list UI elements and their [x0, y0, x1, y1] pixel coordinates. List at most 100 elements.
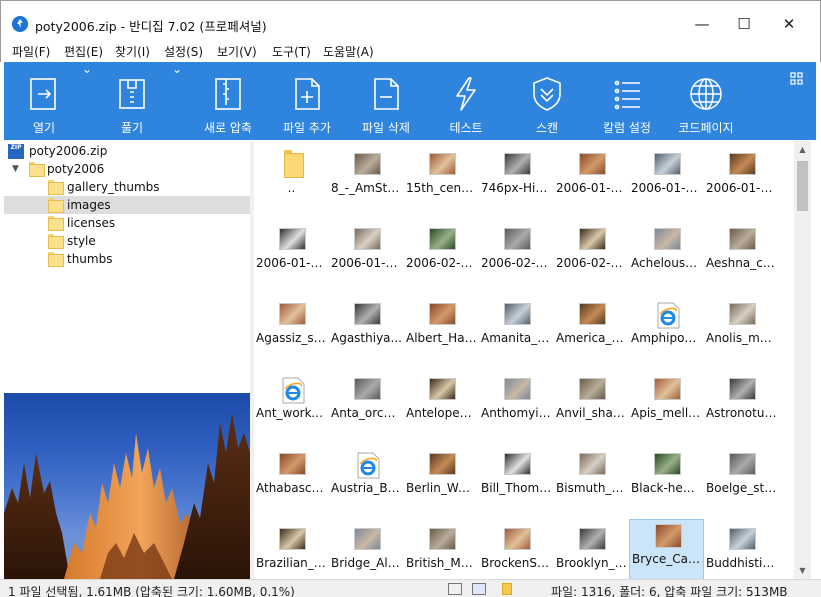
image-thumbnail: [279, 453, 306, 475]
tree-item-gallery-thumbs[interactable]: gallery_thumbs: [4, 178, 250, 196]
column-settings-button[interactable]: 칼럼 설정: [592, 62, 662, 140]
vertical-scrollbar[interactable]: ▲ ▼: [794, 141, 811, 579]
file-item[interactable]: Boelge_sto...: [704, 444, 779, 520]
file-item[interactable]: Astronotus...: [704, 369, 779, 445]
layout-grid-icon[interactable]: [790, 72, 804, 86]
file-item[interactable]: Aeshna_cya...: [704, 219, 779, 295]
preview-pane-icon[interactable]: [502, 583, 512, 595]
file-item-label: 2006-01-1...: [556, 181, 629, 195]
image-thumbnail: [429, 453, 456, 475]
details-view-icon[interactable]: [448, 583, 462, 595]
file-item[interactable]: Austria_Bu...: [329, 444, 404, 520]
parent-folder-item[interactable]: ..: [254, 144, 329, 220]
file-item[interactable]: Agasthiya...: [329, 294, 404, 370]
file-item[interactable]: British_Mus...: [404, 519, 479, 579]
file-item[interactable]: 2006-02-0...: [404, 219, 479, 295]
file-item[interactable]: 15th_centu...: [404, 144, 479, 220]
menu-view[interactable]: 보기(V): [217, 43, 257, 60]
file-item[interactable]: Ant_worker...: [254, 369, 329, 445]
scroll-up-arrow-icon[interactable]: ▲: [794, 141, 811, 158]
file-item[interactable]: Bismuth_cr...: [554, 444, 629, 520]
file-item[interactable]: Brooklyn_B...: [554, 519, 629, 579]
file-item[interactable]: 8_-_AmSta...: [329, 144, 404, 220]
menu-help[interactable]: 도움말(A): [323, 43, 374, 60]
tree-item-archive-root[interactable]: ZIP poty2006.zip: [4, 142, 250, 160]
file-item[interactable]: Achelousa...: [629, 219, 704, 295]
tree-item-poty2006[interactable]: ▼ poty2006: [4, 160, 250, 178]
minimize-button[interactable]: —: [679, 9, 725, 39]
tree-item-label: licenses: [67, 216, 116, 230]
file-item[interactable]: Anvil_shap...: [554, 369, 629, 445]
file-item[interactable]: BrockenSn...: [479, 519, 554, 579]
delete-file-icon: [374, 78, 399, 110]
file-item-label: Anvil_shap...: [556, 406, 629, 420]
extract-dropdown-chevron-icon[interactable]: ⌄: [172, 62, 182, 140]
file-item[interactable]: Bryce_Canyon_Hoodoos_i: [629, 519, 705, 579]
file-item[interactable]: Anthomyii...: [479, 369, 554, 445]
delete-file-button[interactable]: 파일 삭제: [352, 62, 420, 140]
codepage-label: 코드페이지: [678, 121, 734, 135]
folder-icon: [29, 162, 45, 177]
file-item[interactable]: 2006-01-2...: [329, 219, 404, 295]
thumbnail-view-icon[interactable]: [472, 583, 486, 595]
file-item[interactable]: Amphipod...: [629, 294, 704, 370]
tree-item-thumbs[interactable]: thumbs: [4, 250, 250, 268]
folder-icon: [48, 180, 64, 195]
image-thumbnail: [504, 378, 531, 400]
test-button[interactable]: 테스트: [434, 62, 498, 140]
add-file-button[interactable]: 파일 추가: [273, 62, 341, 140]
file-item[interactable]: 2006-02-1...: [554, 219, 629, 295]
image-thumbnail: [654, 378, 681, 400]
file-item[interactable]: 2006-01-1...: [704, 144, 779, 220]
file-item[interactable]: Buddhistic...: [704, 519, 779, 579]
image-thumbnail: [729, 303, 756, 325]
file-item[interactable]: 746px-Hip...: [479, 144, 554, 220]
extract-button[interactable]: 풀기: [100, 62, 164, 140]
file-item[interactable]: 2006-01-1...: [629, 144, 704, 220]
file-item[interactable]: Bill_Thomp...: [479, 444, 554, 520]
tree-item-style[interactable]: style: [4, 232, 250, 250]
file-item[interactable]: Amanita_c...: [479, 294, 554, 370]
image-thumbnail: [579, 303, 606, 325]
scroll-down-arrow-icon[interactable]: ▼: [794, 562, 811, 579]
file-item[interactable]: 2006-01-1...: [554, 144, 629, 220]
file-icon-grid: .. 8_-_AmSta... 15th_centu... 746px-Hip... 2…: [254, 141, 794, 579]
menu-bar: 파일(F) 편집(E) 찾기(I) 설정(S) 보기(V) 도구(T) 도움말(…: [0, 40, 821, 62]
menu-file[interactable]: 파일(F): [12, 43, 50, 60]
file-item[interactable]: Albert_Harr...: [404, 294, 479, 370]
file-item[interactable]: Anta_orca_...: [329, 369, 404, 445]
codepage-button[interactable]: 코드페이지: [669, 62, 743, 140]
close-button[interactable]: ✕: [766, 9, 812, 39]
file-item-label: 2006-01-2...: [256, 256, 329, 270]
file-item[interactable]: Athabasca_...: [254, 444, 329, 520]
file-item[interactable]: Agassiz_sta...: [254, 294, 329, 370]
menu-tools[interactable]: 도구(T): [272, 43, 311, 60]
file-item[interactable]: Black-head...: [629, 444, 704, 520]
file-item[interactable]: Anolis_mar...: [704, 294, 779, 370]
maximize-button[interactable]: ☐: [721, 9, 767, 39]
tree-item-licenses[interactable]: licenses: [4, 214, 250, 232]
file-item[interactable]: Antelope_...: [404, 369, 479, 445]
open-button[interactable]: 열기: [12, 62, 76, 140]
image-thumbnail: [504, 228, 531, 250]
file-item[interactable]: 2006-02-1...: [479, 219, 554, 295]
menu-edit[interactable]: 편집(E): [64, 43, 103, 60]
menu-find[interactable]: 찾기(I): [115, 43, 150, 60]
scrollbar-thumb[interactable]: [797, 161, 808, 211]
file-item[interactable]: Bridge_Alc...: [329, 519, 404, 579]
menu-settings[interactable]: 설정(S): [164, 43, 203, 60]
tree-item-images[interactable]: images: [4, 196, 250, 214]
file-item[interactable]: Apis_mellif...: [629, 369, 704, 445]
chevron-down-icon[interactable]: ▼: [12, 160, 19, 178]
new-archive-button[interactable]: 새로 압축: [193, 62, 263, 140]
file-item-label: 2006-02-1...: [556, 256, 629, 270]
file-item[interactable]: Berlin_Worl...: [404, 444, 479, 520]
file-item-label: Bill_Thomp...: [481, 481, 554, 495]
file-item[interactable]: Brazilian_N...: [254, 519, 329, 579]
open-dropdown-chevron-icon[interactable]: ⌄: [82, 62, 92, 140]
file-item[interactable]: America_n...: [554, 294, 629, 370]
file-item-label: Bryce_Canyon_Hoodoos_i: [632, 553, 705, 566]
tree-item-label: style: [67, 234, 96, 248]
file-item[interactable]: 2006-01-2...: [254, 219, 329, 295]
scan-button[interactable]: 스캔: [515, 62, 579, 140]
